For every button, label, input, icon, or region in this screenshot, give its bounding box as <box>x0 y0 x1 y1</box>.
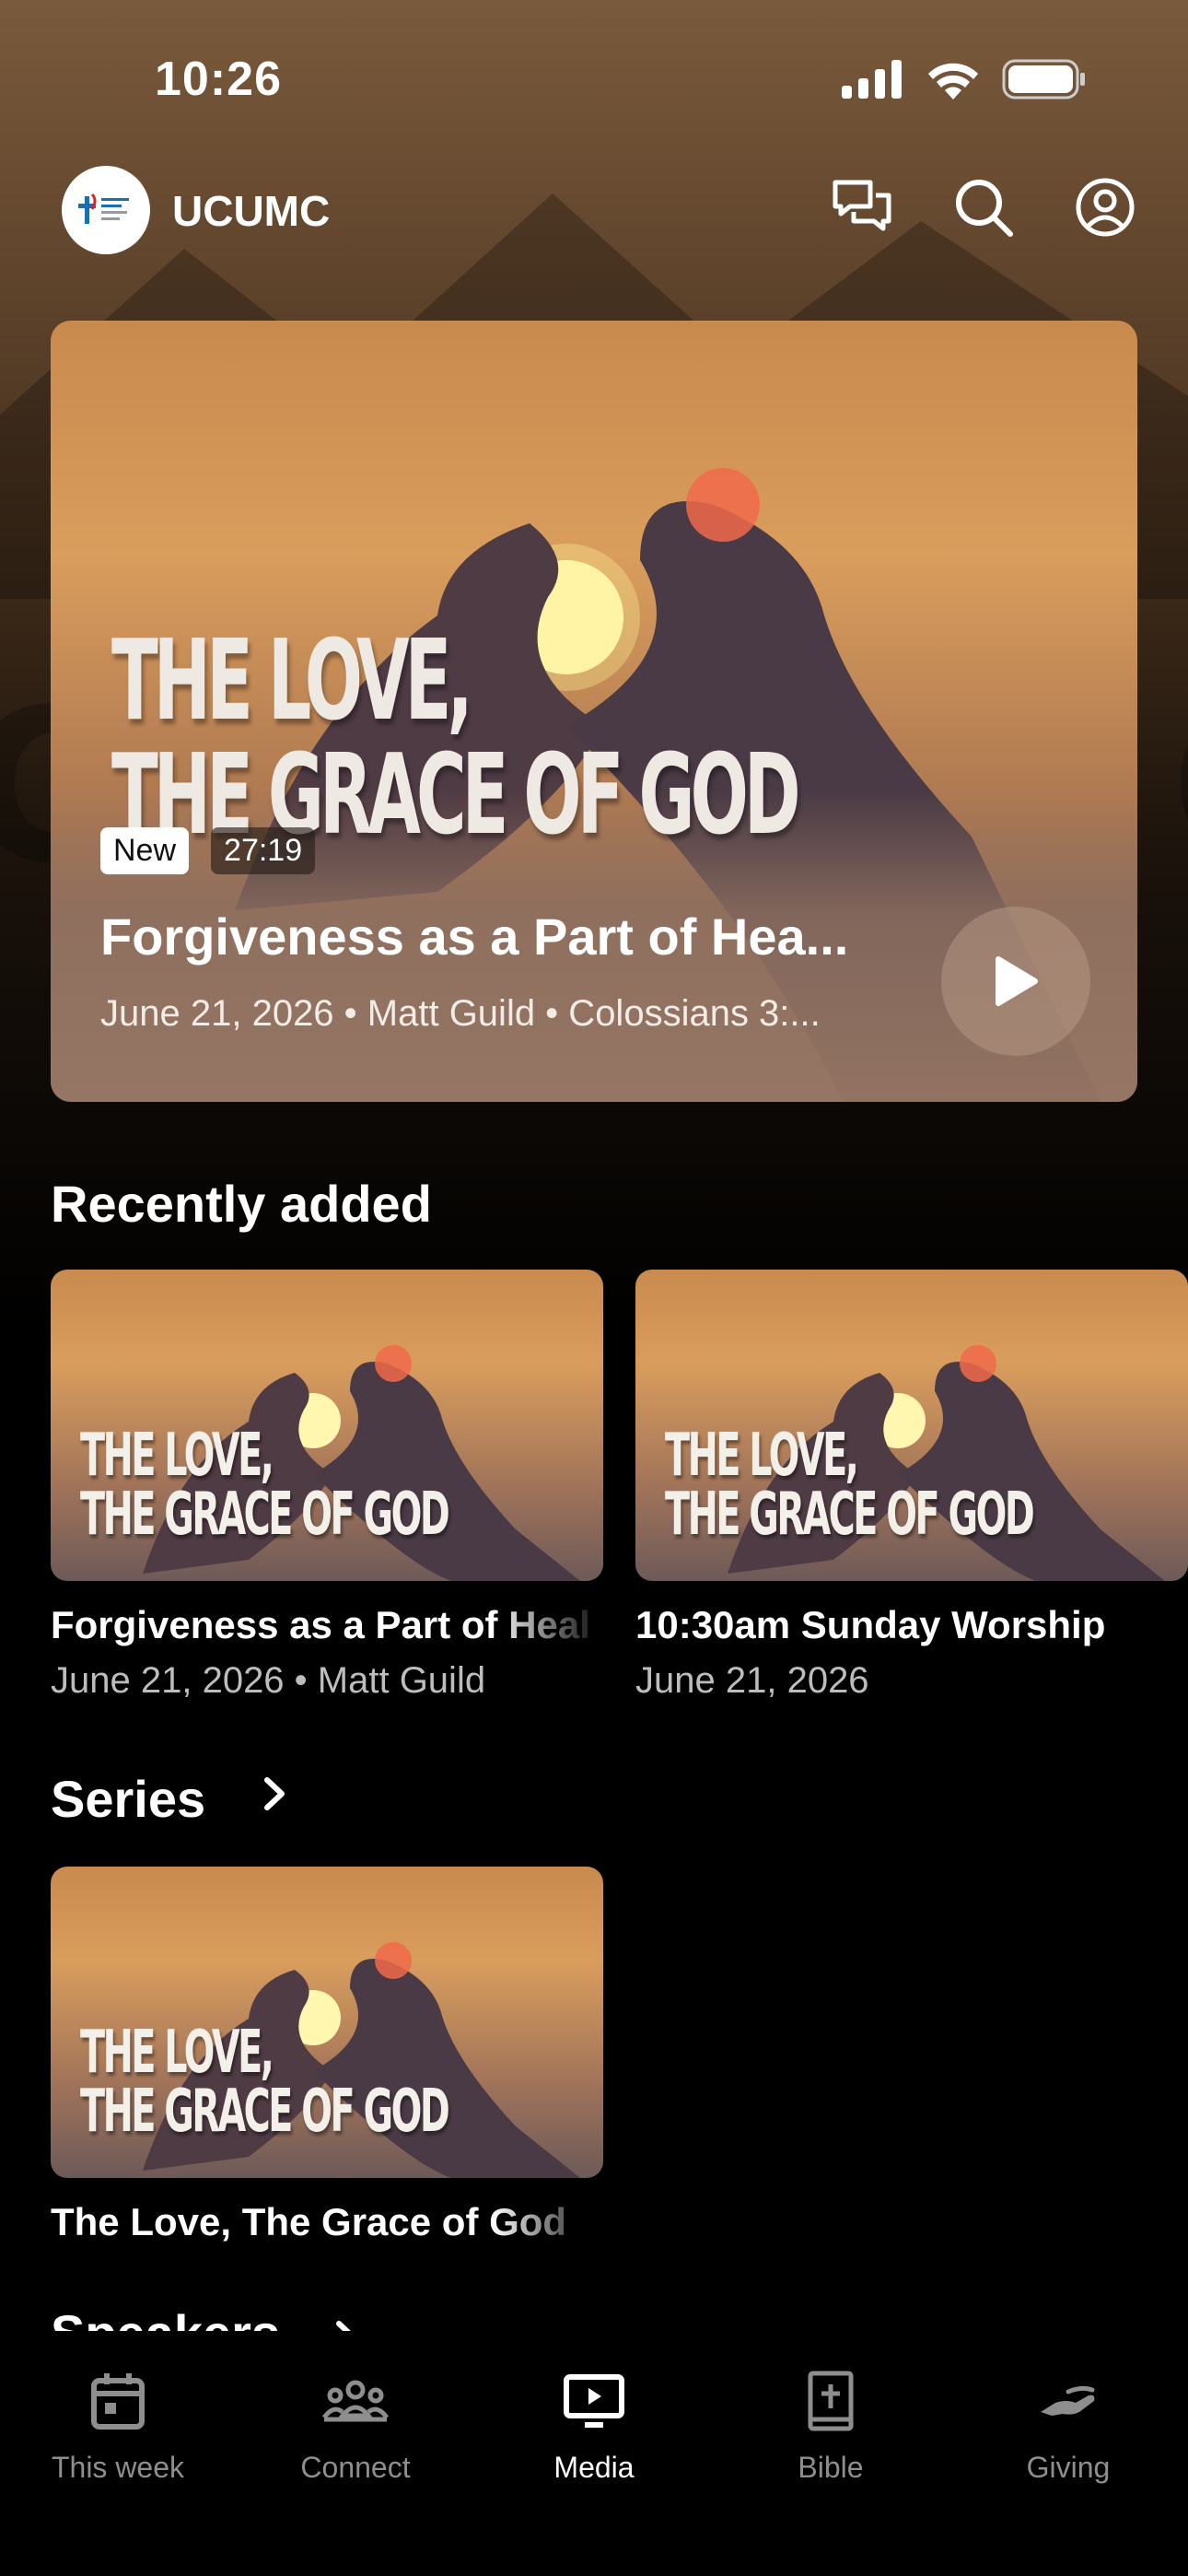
search-icon[interactable] <box>951 175 1016 240</box>
play-icon <box>996 956 1038 1006</box>
tab-label: Connect <box>300 2451 411 2484</box>
hero-art-title: THE LOVE, THE GRACE OF GOD <box>111 617 801 853</box>
thumb-art-line2: THE GRACE OF GOD <box>80 2078 450 2146</box>
duration-badge: 27:19 <box>211 827 316 874</box>
battery-icon <box>1002 59 1085 100</box>
thumb-art-title: THE LOVE, THE GRACE OF GOD <box>665 1422 1035 1549</box>
tab-bible[interactable]: Bible <box>729 2368 932 2485</box>
recent-item[interactable]: THE LOVE, THE GRACE OF GOD Forgiveness a… <box>51 1270 603 1702</box>
chat-icon[interactable] <box>830 175 894 240</box>
status-bar: 10:26 <box>0 0 1188 157</box>
status-icons <box>840 59 1087 100</box>
thumb-art-title: THE LOVE, THE GRACE OF GOD <box>80 1422 450 1549</box>
church-logo[interactable] <box>62 166 150 254</box>
tab-bar: This week Connect Media Bible Giving <box>0 2331 1188 2576</box>
recent-item-title: Forgiveness as a Part of Heal <box>51 1603 590 1646</box>
tab-label: This week <box>51 2451 185 2484</box>
series-heading[interactable]: Series <box>51 1769 205 1829</box>
account-icon[interactable] <box>1073 175 1137 240</box>
recent-thumbnail: THE LOVE, THE GRACE OF GOD <box>51 1270 603 1581</box>
thumb-art-line1: THE LOVE, <box>80 2019 274 2087</box>
tv-play-icon <box>564 2374 624 2428</box>
thumb-art-line2: THE GRACE OF GOD <box>665 1481 1035 1549</box>
hero-meta: June 21, 2026 • Matt Guild • Colossians … <box>100 993 821 1034</box>
people-icon <box>322 2380 389 2422</box>
bible-icon <box>808 2371 854 2431</box>
app-header: UCUMC <box>51 162 1137 258</box>
thumb-art-line1: THE LOVE, <box>80 1422 274 1490</box>
status-time: 10:26 <box>155 53 282 106</box>
tab-this-week[interactable]: This week <box>17 2368 219 2485</box>
series-item[interactable]: THE LOVE, THE GRACE OF GOD The Love, The… <box>51 1867 603 2244</box>
hero-badges: New 27:19 <box>100 827 316 874</box>
brand-name: UCUMC <box>172 187 331 235</box>
wifi-icon <box>928 63 978 100</box>
tab-label: Giving <box>1026 2451 1111 2484</box>
recently-added-heading: Recently added <box>51 1175 432 1233</box>
recent-item-title: 10:30am Sunday Worship <box>635 1603 1106 1646</box>
play-button[interactable] <box>941 907 1090 1056</box>
signal-icon <box>842 60 902 99</box>
recent-item-meta: June 21, 2026 • Matt Guild <box>51 1660 486 1701</box>
series-item-title: The Love, The Grace of God <box>51 2200 567 2243</box>
hero-art-line1: THE LOVE, <box>111 617 473 745</box>
recent-item[interactable]: THE LOVE, THE GRACE OF GOD 10:30am Sunda… <box>635 1270 1188 1702</box>
tab-connect[interactable]: Connect <box>254 2368 457 2485</box>
recent-thumbnail: THE LOVE, THE GRACE OF GOD <box>635 1270 1188 1581</box>
hero-title: Forgiveness as a Part of Hea... <box>100 907 849 966</box>
tab-media[interactable]: Media <box>493 2368 695 2485</box>
tab-label: Media <box>553 2451 635 2484</box>
giving-hand-icon <box>1041 2385 1095 2416</box>
series-chevron-icon[interactable] <box>260 1771 291 1829</box>
thumb-art-line1: THE LOVE, <box>665 1422 859 1490</box>
cross-logo-icon <box>78 193 129 224</box>
series-thumbnail: THE LOVE, THE GRACE OF GOD <box>51 1867 603 2178</box>
recent-item-meta: June 21, 2026 <box>635 1660 869 1701</box>
thumb-art-line2: THE GRACE OF GOD <box>80 1481 450 1549</box>
thumb-art-title: THE LOVE, THE GRACE OF GOD <box>80 2019 450 2146</box>
tab-label: Bible <box>798 2451 864 2484</box>
header-actions <box>830 175 1137 240</box>
new-badge: New <box>100 827 190 874</box>
calendar-icon <box>91 2373 145 2430</box>
tab-giving[interactable]: Giving <box>967 2368 1170 2485</box>
